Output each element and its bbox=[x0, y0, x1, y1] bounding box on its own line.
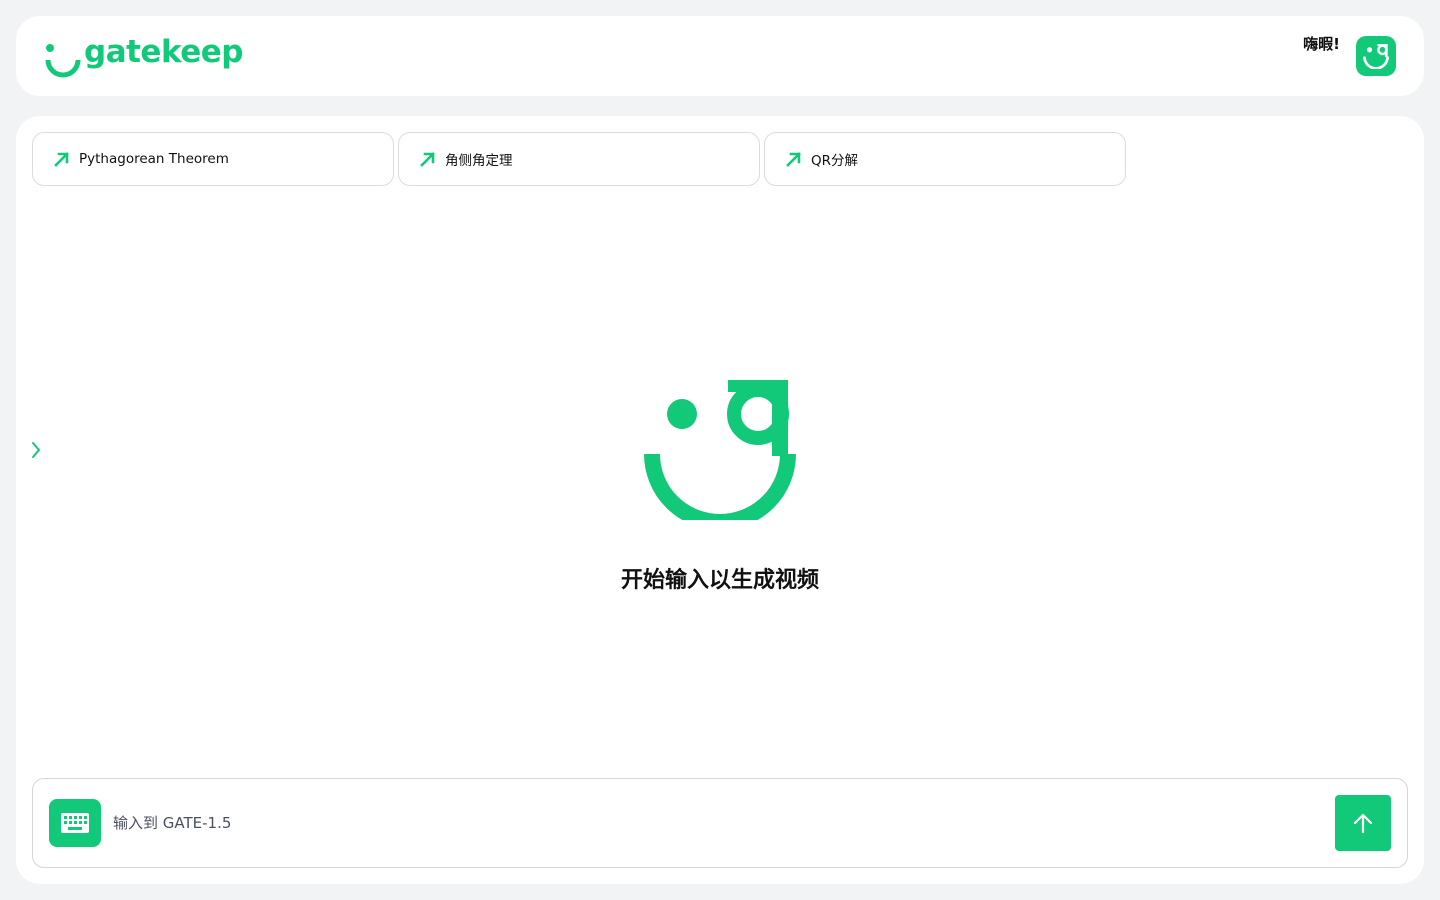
empty-state-title: 开始输入以生成视频 bbox=[620, 568, 819, 593]
keyboard-icon bbox=[61, 813, 89, 833]
arrow-up-right-icon bbox=[419, 150, 437, 168]
suggestion-chip[interactable]: Pythagorean Theorem bbox=[32, 132, 394, 186]
top-bar: gatekeep 嗨暇! bbox=[16, 16, 1424, 96]
arrow-up-icon bbox=[1353, 813, 1373, 834]
prompt-composer bbox=[32, 778, 1408, 868]
brand-name: gatekeep bbox=[84, 34, 243, 70]
sidebar-toggle-button[interactable] bbox=[28, 438, 44, 462]
suggestion-label: 角侧角定理 bbox=[445, 153, 513, 169]
suggestion-label: QR分解 bbox=[811, 153, 859, 169]
gatekeep-logo-icon bbox=[644, 380, 796, 520]
arrow-up-right-icon bbox=[53, 150, 71, 168]
user-avatar[interactable] bbox=[1356, 36, 1396, 76]
suggestion-chip[interactable]: QR分解 bbox=[764, 132, 1126, 186]
user-greeting: 嗨暇! bbox=[1303, 35, 1340, 53]
arrow-up-right-icon bbox=[785, 150, 803, 168]
prompt-input[interactable] bbox=[113, 809, 1213, 837]
main-panel: Pythagorean Theorem 角侧角定理 QR分解 开始输入以生成视频 bbox=[16, 116, 1424, 884]
suggestion-label: Pythagorean Theorem bbox=[79, 151, 229, 167]
suggestion-list: Pythagorean Theorem 角侧角定理 QR分解 bbox=[32, 132, 1126, 186]
send-button[interactable] bbox=[1335, 795, 1391, 851]
gatekeep-logo[interactable]: gatekeep bbox=[44, 34, 243, 78]
gatekeep-logo-icon bbox=[1363, 44, 1389, 69]
suggestion-chip[interactable]: 角侧角定理 bbox=[398, 132, 760, 186]
keyboard-button[interactable] bbox=[49, 799, 101, 847]
chevron-right-icon bbox=[32, 442, 40, 458]
gatekeep-logo-icon bbox=[45, 44, 81, 78]
